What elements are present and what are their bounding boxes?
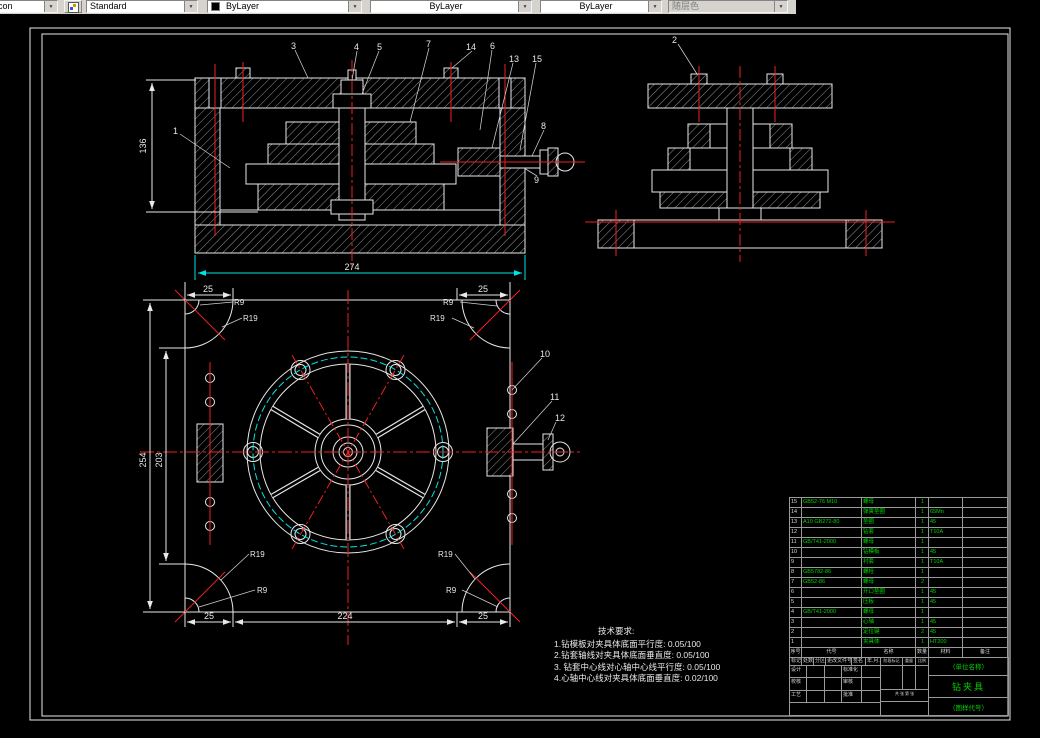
drawing-title: 钻夹具 [929,676,1009,698]
dim-203: 203 [154,452,164,467]
dim-25-top-right: 25 [478,284,488,294]
bom-row: 6 开口垫圈 1 45 [790,587,1008,597]
layer-properties-icon[interactable] [64,0,82,13]
title-block: 标记 处数 分区 更改文件号 签名 年.月.日 设计 标准化 校核 审核 [789,657,1009,716]
tech-req-line: 3. 钻套中心线对心轴中心线平行度: 0.05/100 [554,661,721,672]
bom-row: 12 钻套 1 T10A [790,527,1008,537]
text-style-combo[interactable]: Standard ▼ [86,0,198,13]
callout-15: 15 [532,54,542,64]
bom-row: 2 定位键 2 45 [790,627,1008,637]
linetype-combo[interactable]: ByLayer ▼ [370,0,532,13]
layer-combo[interactable]: con ▼ [0,0,58,13]
dim-25-bottom-right: 25 [478,611,488,621]
callout-7: 7 [426,39,431,49]
callout-3: 3 [291,41,296,51]
bom-row: 3 心轴 1 45 [790,617,1008,627]
radius-tl-large: R19 [243,314,258,323]
tech-req-line: 2.钻套轴线对夹具体底面垂直度: 0.05/100 [554,650,710,660]
bom-row: 11 GB/T41-2000 螺母 1 [790,537,1008,547]
bom-row: 10 钻模板 1 45 [790,547,1008,557]
radius-bl-small: R9 [257,586,268,595]
dim-25-bottom-left: 25 [204,611,214,621]
chevron-down-icon[interactable]: ▼ [184,1,197,12]
layer-combo-value: con [0,1,13,11]
unit-name: （单位名称） [929,657,1009,676]
model-space-canvas[interactable]: 1 3 4 5 7 14 6 13 15 8 9 274 136 2 R9 R1… [0,14,1040,738]
callout-1: 1 [173,126,178,136]
radius-br-large: R19 [438,550,453,559]
drawing-code: （图样代号） [929,698,1009,716]
chevron-down-icon: ▼ [774,1,787,12]
dim-224-bottom: 224 [337,611,352,621]
dim-274: 274 [344,262,359,272]
title-block-names: （单位名称） 钻夹具 （图样代号） [929,657,1009,716]
callout-14: 14 [466,42,476,52]
callout-6: 6 [490,41,495,51]
bom-row: 15 GB52-76 M10 螺母 1 [790,497,1008,507]
front-section-view [194,67,575,254]
callout-8: 8 [541,121,546,131]
radius-tr-large: R19 [430,314,445,323]
front-dim-274 [194,255,526,280]
tech-req-line: 1.钻模板对夹具体底面平行度: 0.05/100 [554,638,701,649]
lineweight-value: ByLayer [579,1,613,11]
chevron-down-icon[interactable]: ▼ [44,1,57,12]
bom-row: 1 夹具体 1 HT200 [790,637,1008,647]
radius-br-small: R9 [446,586,457,595]
bom-row: 9 衬套 1 T10A [790,557,1008,567]
callout-12: 12 [555,413,565,423]
bom-row: 7 GB52-86 螺母 2 [790,577,1008,587]
color-value: ByLayer [226,1,260,11]
chevron-down-icon[interactable]: ▼ [348,1,361,12]
callout-13: 13 [509,54,519,64]
radius-tl-small: R9 [234,298,245,307]
tech-req-title: 技术要求: [598,626,635,636]
bom-row: 13 A10 GB272-80 垫圈 1 45 [790,517,1008,527]
dim-254: 254 [138,452,148,467]
plotstyle-value: 随层色 [672,1,700,11]
parts-list-rows: 15 GB52-76 M10 螺母 1 14 弹簧垫圈 1 65Mn 13 A1… [790,497,1008,647]
bom-row: 14 弹簧垫圈 1 65Mn [790,507,1008,517]
color-combo[interactable]: ByLayer ▼ [207,0,362,13]
side-callout: 2 [672,35,698,75]
text-style-value: Standard [90,1,127,11]
color-swatch [211,2,220,11]
callout-2: 2 [672,35,677,45]
radius-bl-large: R19 [250,550,265,559]
callout-5: 5 [377,42,382,52]
title-block-meta: 阶段标记 重量 比例 共 张 第 张 [881,657,929,716]
tech-req-line: 4.心轴中心线对夹具体底面垂直度: 0.02/100 [554,673,718,683]
technical-requirements: 技术要求: 1.钻模板对夹具体底面平行度: 0.05/100 2.钻套轴线对夹具… [554,626,814,685]
dim-25-top-left: 25 [203,284,213,294]
title-block-signatures: 标记 处数 分区 更改文件号 签名 年.月.日 设计 标准化 校核 审核 [790,657,881,716]
bom-row: 5 压板 1 45 [790,597,1008,607]
callout-10: 10 [540,349,550,359]
callout-9: 9 [534,175,539,185]
dim-136: 136 [138,138,148,153]
parts-list: 15 GB52-76 M10 螺母 1 14 弹簧垫圈 1 65Mn 13 A1… [789,497,1008,658]
radius-tr-small: R9 [443,298,454,307]
sheet-count: 共 张 第 张 [881,690,929,702]
linetype-value: ByLayer [429,1,463,11]
callout-4: 4 [354,42,359,52]
callout-11: 11 [550,392,559,402]
bom-row: 8 GB5782-86 螺栓 1 [790,567,1008,577]
lineweight-combo[interactable]: ByLayer ▼ [540,0,662,13]
object-properties-toolbar: con ▼ Standard ▼ ByLayer ▼ ByLayer ▼ ByL… [0,0,1040,14]
plotstyle-combo: 随层色 ▼ [668,0,788,13]
bom-row: 4 GB/T41-2000 螺母 1 [790,607,1008,617]
bom-header: 序号 代号 名称 数量 材料 备注 [790,647,1008,657]
chevron-down-icon[interactable]: ▼ [518,1,531,12]
chevron-down-icon[interactable]: ▼ [648,1,661,12]
toolbar-gap [796,0,1040,14]
